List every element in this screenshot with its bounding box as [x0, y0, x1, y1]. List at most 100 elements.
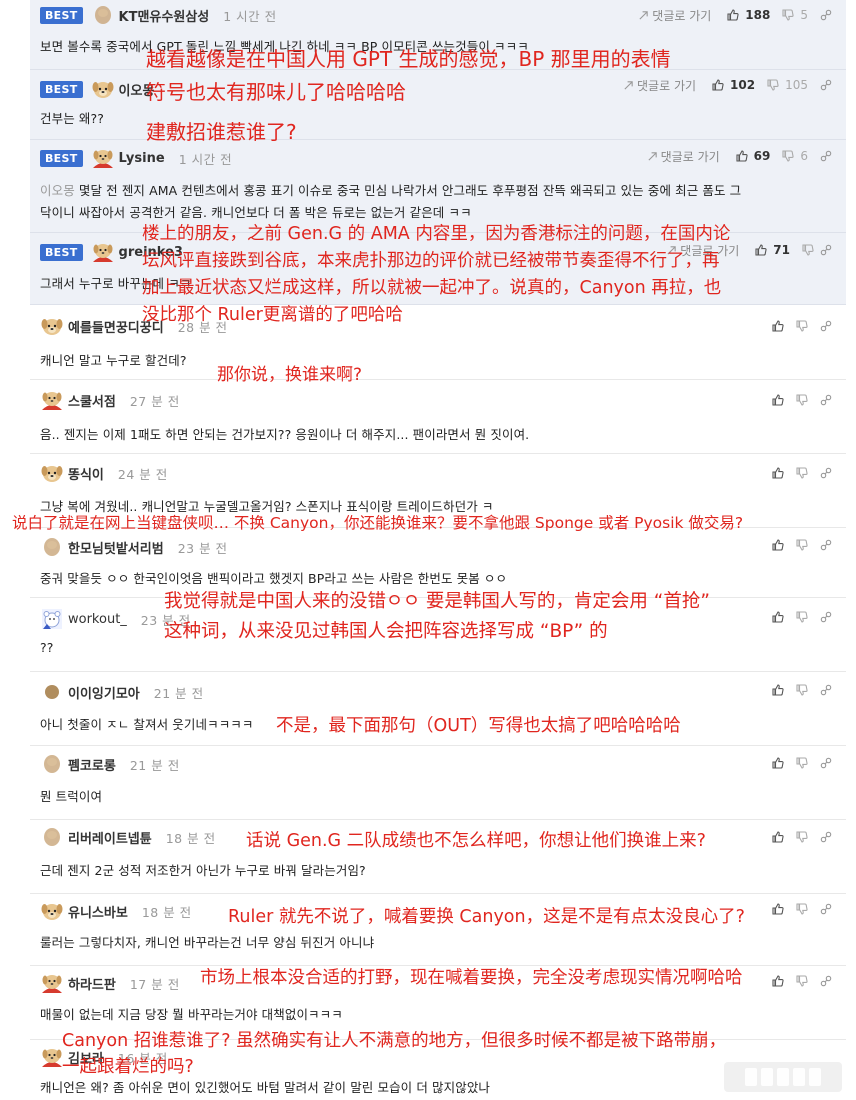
thumbs-up-icon: [772, 320, 784, 332]
upvote-button[interactable]: [772, 467, 784, 479]
share-button[interactable]: [820, 757, 832, 769]
downvote-button[interactable]: [802, 244, 814, 256]
share-button[interactable]: [820, 831, 832, 843]
translation-annotation: 那你说，换谁来啊?: [217, 365, 363, 385]
upvote-button[interactable]: [772, 539, 784, 551]
timestamp: 27 분 전: [129, 393, 180, 409]
thumbs-up-icon: [772, 975, 784, 987]
downvote-button[interactable]: [796, 539, 808, 551]
share-button[interactable]: [820, 9, 832, 21]
upvote-button[interactable]: [772, 611, 784, 623]
upvote-button[interactable]: [772, 975, 784, 987]
upvote-button[interactable]: [712, 79, 724, 91]
avatar[interactable]: [91, 77, 115, 101]
share-button[interactable]: [820, 539, 832, 551]
downvote-button[interactable]: [767, 79, 779, 91]
upvote-count: 69: [753, 149, 771, 163]
timestamp: 23 분 전: [177, 540, 228, 556]
best-badge: BEST: [40, 80, 83, 98]
share-button[interactable]: [820, 150, 832, 162]
avatar[interactable]: [40, 825, 64, 849]
watermark: [724, 1062, 842, 1092]
downvote-button[interactable]: [796, 975, 808, 987]
nickname[interactable]: 펨코로롱: [68, 755, 116, 774]
downvote-button[interactable]: [782, 150, 794, 162]
thumbs-up-icon: [772, 611, 784, 623]
comment-text: 캐니언 말고 누구로 할건데?: [40, 353, 187, 368]
thumbs-up-icon: [772, 539, 784, 551]
thumbs-up-icon: [772, 903, 784, 915]
translation-annotation: 一起跟着烂的吗?: [62, 1057, 194, 1077]
downvote-button[interactable]: [782, 9, 794, 21]
downvote-button[interactable]: [796, 467, 808, 479]
nickname[interactable]: 리버레이트넵튠: [68, 828, 152, 847]
link-icon: [820, 903, 832, 915]
reply-link[interactable]: 댓글로 가기: [638, 7, 711, 24]
downvote-button[interactable]: [796, 684, 808, 696]
thumbs-down-icon: [796, 831, 808, 843]
thumbs-down-icon: [767, 79, 779, 91]
reply-link[interactable]: 댓글로 가기: [647, 148, 720, 165]
timestamp: 18 분 전: [165, 830, 216, 846]
nickname[interactable]: 이이잉기모아: [68, 683, 140, 702]
downvote-button[interactable]: [796, 831, 808, 843]
share-button[interactable]: [820, 394, 832, 406]
reply-link[interactable]: 댓글로 가기: [623, 77, 696, 94]
upvote-button[interactable]: [772, 394, 784, 406]
share-button[interactable]: [820, 903, 832, 915]
nickname[interactable]: KT맨유수원삼성: [119, 6, 210, 25]
upvote-button[interactable]: [772, 320, 784, 332]
downvote-button[interactable]: [796, 320, 808, 332]
share-button[interactable]: [820, 467, 832, 479]
downvote-button[interactable]: [796, 757, 808, 769]
share-button[interactable]: [820, 244, 832, 256]
share-button[interactable]: [820, 975, 832, 987]
avatar[interactable]: [40, 461, 64, 485]
avatar[interactable]: [40, 899, 64, 923]
downvote-button[interactable]: [796, 611, 808, 623]
thumbs-down-icon: [796, 903, 808, 915]
nickname[interactable]: 똥식이: [68, 464, 104, 483]
avatar[interactable]: [91, 3, 115, 27]
avatar[interactable]: [40, 535, 64, 559]
nickname[interactable]: 유니스바보: [68, 902, 128, 921]
avatar[interactable]: [91, 146, 115, 170]
nickname[interactable]: 하라드판: [68, 974, 116, 993]
avatar[interactable]: [40, 1045, 64, 1069]
upvote-button[interactable]: [772, 684, 784, 696]
translation-annotation: 越看越像是在中国人用 GPT 生成的感觉，BP 那里用的表情: [146, 47, 671, 71]
avatar[interactable]: [40, 971, 64, 995]
comment-text: 캐니언은 왜? 좀 아쉬운 면이 있긴했어도 바텀 말려서 같이 말린 모습이 …: [40, 1080, 491, 1095]
share-button[interactable]: [820, 79, 832, 91]
timestamp: 18 분 전: [141, 904, 192, 920]
translation-annotation: 符号也太有那味儿了哈哈哈哈: [146, 80, 406, 104]
comment-text: 건부는 왜??: [40, 111, 104, 126]
avatar[interactable]: [91, 240, 115, 264]
share-button[interactable]: [820, 684, 832, 696]
nickname[interactable]: workout_: [68, 612, 127, 627]
downvote-button[interactable]: [796, 903, 808, 915]
upvote-button[interactable]: [772, 903, 784, 915]
translation-annotation: 加上最近状态又烂成这样，所以就被一起冲了。说真的，Canyon 再拉，也: [142, 278, 722, 298]
mention[interactable]: 이오몽: [40, 183, 75, 198]
share-button[interactable]: [820, 611, 832, 623]
link-icon: [820, 9, 832, 21]
upvote-button[interactable]: [736, 150, 748, 162]
avatar[interactable]: [40, 388, 64, 412]
link-icon: [820, 757, 832, 769]
upvote-button[interactable]: [772, 757, 784, 769]
share-button[interactable]: [820, 320, 832, 332]
nickname[interactable]: 스쿨서점: [68, 391, 116, 410]
downvote-button[interactable]: [796, 394, 808, 406]
nickname[interactable]: 한모님텃밭서리범: [68, 538, 164, 557]
upvote-button[interactable]: [755, 244, 767, 256]
avatar[interactable]: [40, 752, 64, 776]
upvote-count: 102: [730, 78, 756, 92]
nickname[interactable]: Lysine: [119, 151, 165, 166]
thumbs-up-icon: [712, 79, 724, 91]
avatar[interactable]: [40, 680, 64, 704]
upvote-button[interactable]: [727, 9, 739, 21]
avatar[interactable]: [40, 607, 64, 631]
upvote-button[interactable]: [772, 831, 784, 843]
avatar[interactable]: [40, 314, 64, 338]
